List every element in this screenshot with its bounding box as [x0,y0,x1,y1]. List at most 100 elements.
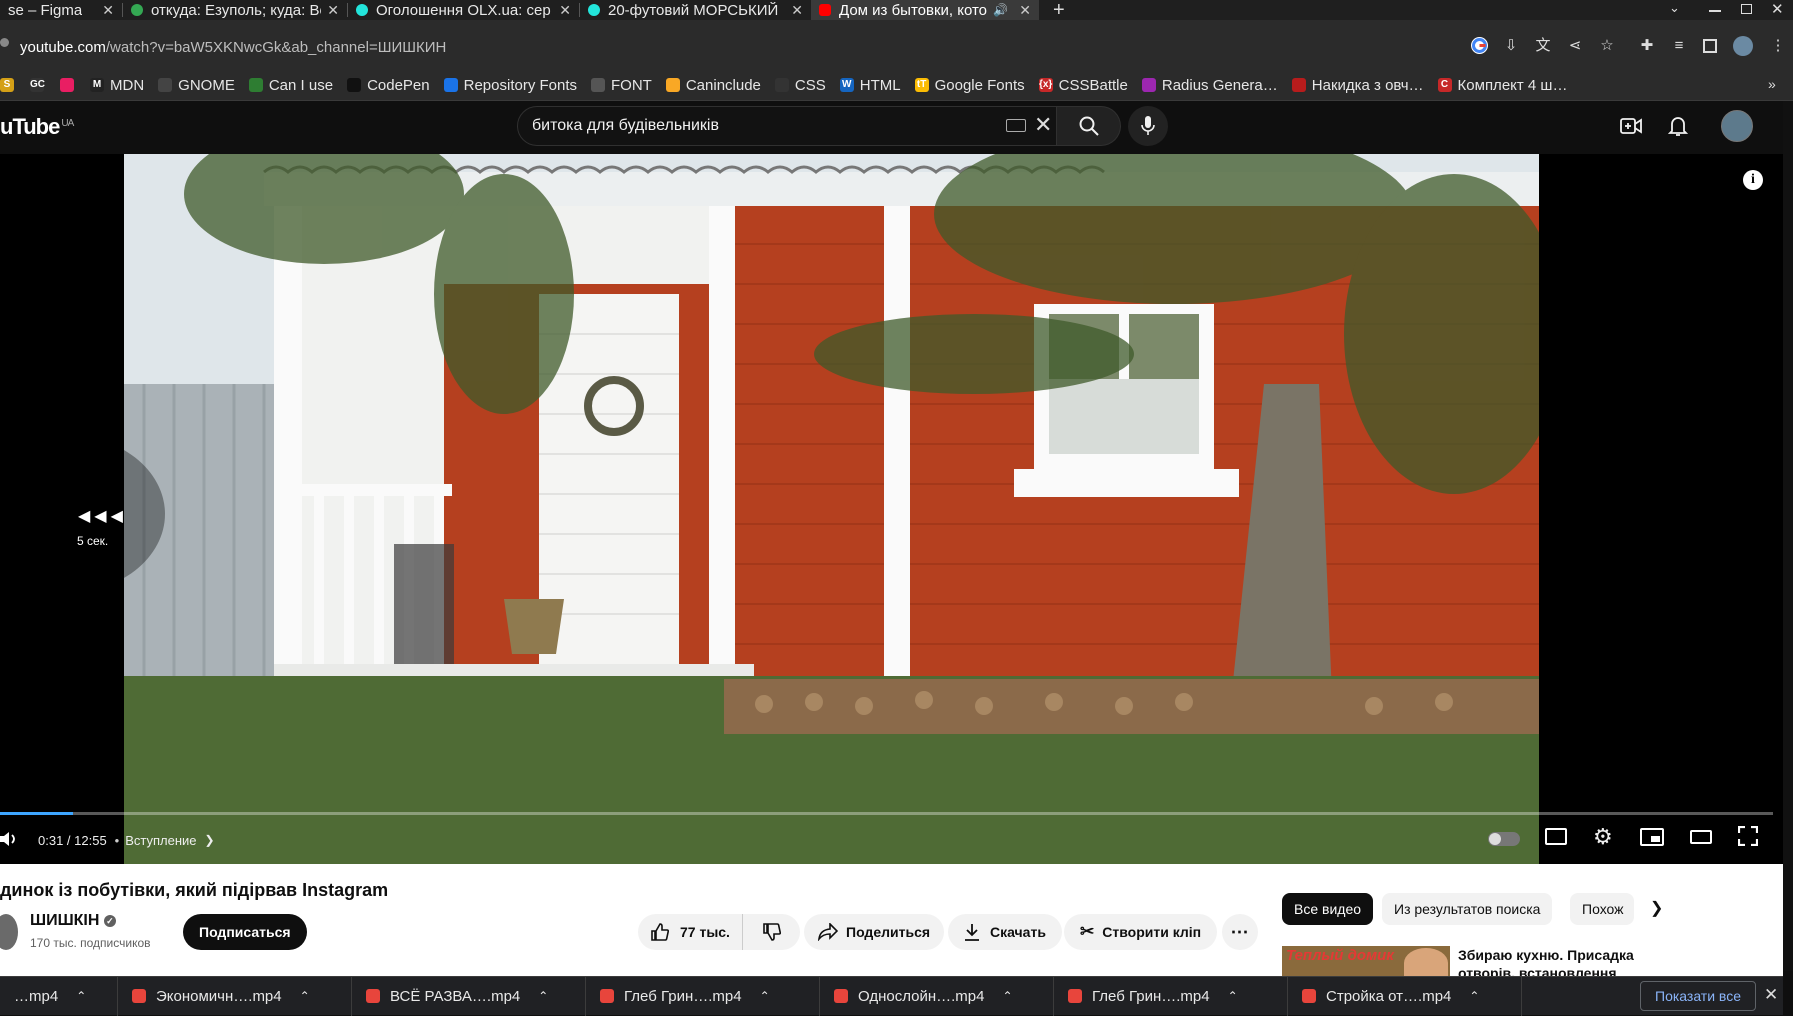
more-actions-icon[interactable]: ⋯ [1222,914,1258,950]
clip-button[interactable]: ✂ Створити кліп [1064,914,1218,950]
tab-search-chevron-icon[interactable]: ⌄ [1669,0,1680,16]
theater-mode-icon[interactable] [1690,830,1712,844]
download-item[interactable]: Однослойн….mp4 ⌃ [820,976,1054,1016]
download-item[interactable]: …mp4 ⌃ [0,976,118,1016]
keyboard-icon[interactable] [1006,119,1026,132]
tab-close-icon[interactable]: ✕ [1013,2,1031,19]
audio-playing-icon[interactable]: 🔊 [993,3,1008,17]
bookmark-item[interactable]: CSS [774,77,826,94]
download-item[interactable]: Экономичн….mp4 ⌃ [118,976,352,1016]
extensions-icon[interactable]: ✚ [1639,38,1655,54]
bookmark-item[interactable]: FONT [591,77,652,94]
bookmark-item[interactable]: S [0,78,20,92]
chip-all-videos[interactable]: Все видео [1282,893,1374,925]
download-button[interactable]: Скачать [948,914,1062,950]
download-options-chevron-icon[interactable]: ⌃ [1003,989,1013,1003]
search-button[interactable] [1057,106,1121,146]
dislike-button[interactable] [742,914,800,950]
video-frame[interactable] [124,154,1539,864]
google-lens-icon[interactable] [1471,37,1488,54]
tab-close-icon[interactable]: ✕ [785,2,803,19]
bookmark-item[interactable]: C Комплект 4 ш… [1437,77,1567,94]
tab-close-icon[interactable]: ✕ [553,2,571,19]
minimize-icon[interactable] [1709,10,1721,12]
bookmark-star-icon[interactable]: ☆ [1599,38,1615,54]
create-video-icon[interactable] [1620,116,1642,141]
browser-menu-icon[interactable]: ⋮ [1770,38,1786,54]
bookmark-item[interactable]: Can I use [248,77,333,94]
tab-figma[interactable]: se – Figma ✕ [0,0,122,20]
chips-next-chevron-icon[interactable]: ❯ [1650,898,1663,918]
chip-similar[interactable]: Похож [1570,893,1634,925]
chip-from-search[interactable]: Из результатов поиска [1382,893,1553,925]
bookmark-item[interactable]: GC [30,78,50,92]
translate-icon[interactable]: 文 [1535,38,1551,54]
install-app-icon[interactable]: ⇩ [1503,38,1519,54]
side-panel-icon[interactable] [1703,39,1717,53]
download-options-chevron-icon[interactable]: ⌃ [76,989,86,1003]
tab-olx-container[interactable]: 20-футовий МОРСЬКИЙ ✕ [580,0,811,20]
fullscreen-icon[interactable] [1737,825,1759,849]
notifications-bell-icon[interactable] [1667,115,1689,142]
info-icon[interactable]: i [1743,170,1763,190]
download-options-chevron-icon[interactable]: ⌃ [1469,989,1479,1003]
share-button[interactable]: Поделиться [804,914,945,950]
bookmark-item[interactable]: GNOME [158,77,235,94]
download-options-chevron-icon[interactable]: ⌃ [300,989,310,1003]
youtube-avatar[interactable] [1721,110,1753,142]
download-options-chevron-icon[interactable]: ⌃ [538,989,548,1003]
recommendation-title[interactable]: Збираю кухню. Присадка отворів, встановл… [1458,946,1658,976]
download-item[interactable]: ВСЁ РАЗВА….mp4 ⌃ [352,976,586,1016]
media-control-icon[interactable]: ≡ [1671,38,1687,54]
autoplay-toggle[interactable] [1488,832,1520,846]
youtube-logo[interactable]: uTube UA [0,114,74,140]
window-close-icon[interactable]: ✕ [1771,0,1784,18]
tab-title: se – Figma [8,1,83,19]
chapter-chevron-icon[interactable]: ❯ [205,833,215,847]
miniplayer-icon[interactable] [1640,828,1664,846]
bookmark-item[interactable]: W HTML [839,77,901,94]
tab-maps[interactable]: откуда: Езуполь; куда: Во ✕ [123,0,347,20]
chapter-title[interactable]: Вступление [125,833,196,848]
tab-close-icon[interactable]: ✕ [96,2,114,19]
share-icon[interactable]: ⋖ [1567,38,1583,54]
subscribe-button[interactable]: Подписаться [183,914,307,950]
close-downloads-icon[interactable]: ✕ [1764,985,1778,1005]
bookmark-item[interactable]: Repository Fonts [443,77,577,94]
profile-avatar[interactable] [1733,36,1753,56]
bookmark-item[interactable] [60,78,80,92]
tab-youtube-active[interactable]: Дом из бытовки, кото 🔊 ✕ [811,0,1039,20]
bookmark-item[interactable]: Caninclude [665,77,761,94]
download-item[interactable]: Глеб Грин….mp4 ⌃ [586,976,820,1016]
subtitles-icon[interactable] [1545,828,1567,845]
recommendation-thumbnail[interactable]: Теплый домик [1282,946,1450,976]
site-info-icon[interactable] [0,38,9,47]
tab-close-icon[interactable]: ✕ [321,2,339,19]
voice-search-button[interactable] [1128,106,1168,146]
download-options-chevron-icon[interactable]: ⌃ [1228,989,1238,1003]
more-bookmarks-icon[interactable]: » [1768,76,1776,92]
download-item[interactable]: Стройка от….mp4 ⌃ [1288,976,1522,1016]
like-button[interactable]: 77 тыс. [638,914,742,950]
settings-gear-icon[interactable]: ⚙ [1593,824,1613,850]
download-options-chevron-icon[interactable]: ⌃ [760,989,770,1003]
video-player[interactable]: ◀◀◀ 5 сек. i [0,154,1783,864]
volume-icon[interactable] [0,830,20,851]
page-scrollbar[interactable] [1783,101,1793,971]
download-item[interactable]: Глеб Грин….mp4 ⌃ [1054,976,1288,1016]
show-all-downloads-button[interactable]: Показати все [1640,981,1756,1011]
new-tab-icon[interactable]: + [1053,0,1065,22]
bookmark-item[interactable]: CodePen [347,77,430,94]
bookmark-item[interactable]: Radius Genera… [1141,77,1278,94]
video-progress-bar[interactable] [0,812,1773,815]
bookmark-item[interactable]: tT Google Fonts [914,77,1025,94]
restore-icon[interactable] [1741,4,1752,14]
bookmark-item[interactable]: Накидка з овч… [1291,77,1424,94]
bookmark-item[interactable]: {x} CSSBattle [1038,77,1128,94]
clear-search-icon[interactable]: ✕ [1034,112,1052,138]
bookmark-item[interactable]: M MDN [90,77,144,94]
channel-name[interactable]: ШИШКІН ✓ [30,912,116,930]
url-field[interactable]: youtube.com/watch?v=baW5XKNwcGk&ab_chann… [20,39,446,56]
search-input[interactable]: битока для будівельників ✕ [517,106,1057,146]
tab-olx[interactable]: Оголошення OLX.ua: сер ✕ [348,0,579,20]
